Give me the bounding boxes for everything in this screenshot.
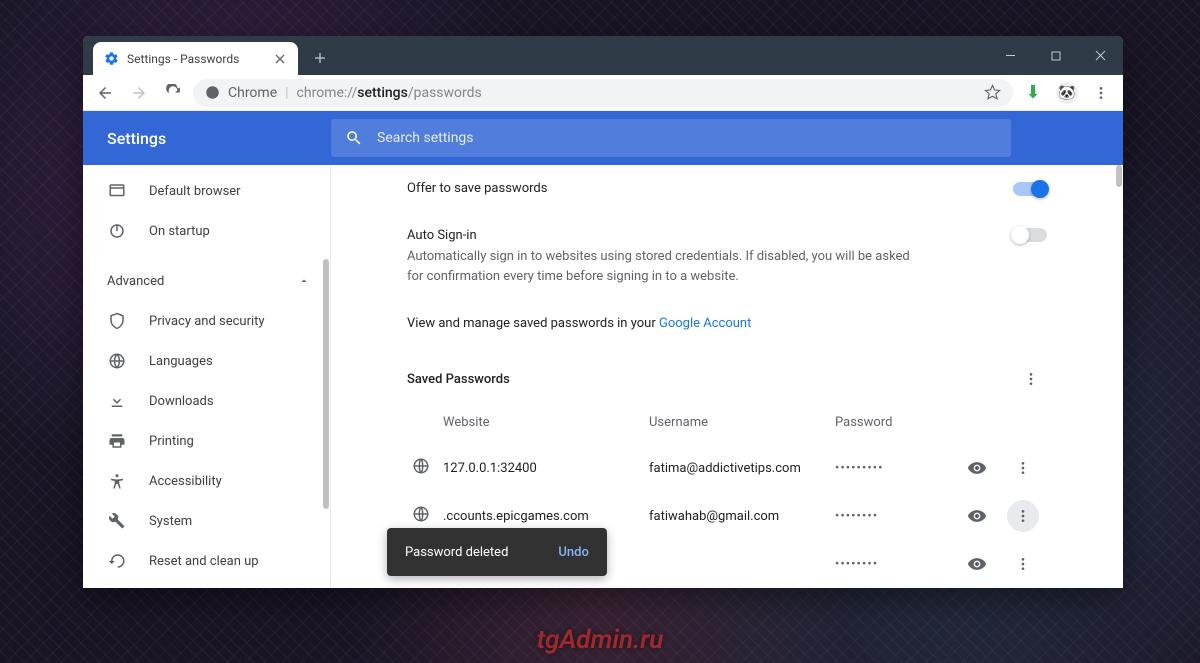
main-panel: Offer to save passwords Auto Sign-in Aut…: [331, 165, 1123, 588]
wrench-icon: [107, 511, 127, 531]
address-bar: Chrome | chrome://settings/passwords ⬇ 🐼: [83, 75, 1123, 111]
sidebar-item-label: Downloads: [149, 394, 214, 409]
globe-icon: [411, 456, 431, 476]
sidebar-item-accessibility[interactable]: Accessibility: [83, 461, 330, 501]
maximize-button[interactable]: [1033, 36, 1078, 75]
show-password-button[interactable]: [961, 500, 993, 532]
col-username: Username: [649, 415, 829, 430]
accessibility-icon: [107, 471, 127, 491]
sidebar-item-label: Accessibility: [149, 474, 222, 489]
row-menu-button[interactable]: [1007, 548, 1039, 580]
settings-search[interactable]: [331, 119, 1011, 157]
main-scrollbar[interactable]: [1116, 165, 1122, 187]
cell-website[interactable]: .ccounts.epicgames.com: [443, 509, 643, 524]
auto-signin-desc: Automatically sign in to websites using …: [407, 247, 927, 286]
download-icon: [107, 391, 127, 411]
cell-website[interactable]: 127.0.0.1:32400: [443, 461, 643, 476]
sidebar-scrollbar[interactable]: [323, 259, 329, 509]
col-website: Website: [443, 415, 643, 430]
cell-password: ••••••••: [835, 557, 955, 572]
manage-passwords-row: View and manage saved passwords in your …: [387, 302, 1067, 345]
omnibox[interactable]: Chrome | chrome://settings/passwords: [193, 79, 1013, 107]
browser-tab[interactable]: Settings - Passwords: [93, 42, 298, 75]
settings-search-input[interactable]: [377, 130, 997, 146]
sidebar-item-system[interactable]: System: [83, 501, 330, 541]
password-table-header: Website Username Password: [387, 405, 1067, 442]
sidebar-item-label: Privacy and security: [149, 314, 265, 329]
globe-icon: [411, 504, 431, 524]
tab-title: Settings - Passwords: [127, 52, 264, 66]
globe-icon: [107, 351, 127, 371]
sidebar-item-downloads[interactable]: Downloads: [83, 381, 330, 421]
sidebar-item-on-startup[interactable]: On startup: [83, 211, 330, 251]
sidebar-item-default-browser[interactable]: Default browser: [83, 171, 330, 211]
close-tab-button[interactable]: [272, 51, 288, 67]
auto-signin-toggle[interactable]: [1013, 228, 1047, 242]
search-icon: [345, 129, 363, 147]
cell-username: fatiwahab@gmail.com: [649, 509, 829, 524]
cell-username: fatima@addictivetips.com: [649, 461, 829, 476]
auto-signin-row: Auto Sign-in Automatically sign in to we…: [387, 212, 1067, 302]
profile-avatar[interactable]: 🐼: [1053, 79, 1081, 107]
toast-message: Password deleted: [405, 545, 508, 560]
sidebar-item-languages[interactable]: Languages: [83, 341, 330, 381]
offer-save-row: Offer to save passwords: [387, 165, 1067, 212]
url-path: chrome://settings/passwords: [297, 85, 482, 101]
forward-button[interactable]: [125, 79, 153, 107]
saved-passwords-title: Saved Passwords: [407, 372, 510, 387]
sidebar-item-label: Printing: [149, 434, 194, 449]
offer-save-toggle[interactable]: [1013, 182, 1047, 196]
col-password: Password: [835, 415, 955, 430]
toast-undo-button[interactable]: Undo: [558, 545, 588, 560]
new-tab-button[interactable]: [306, 44, 334, 72]
window-close-button[interactable]: [1078, 36, 1123, 75]
settings-title: Settings: [83, 129, 331, 148]
site-info-icon[interactable]: [205, 85, 220, 100]
reload-button[interactable]: [159, 79, 187, 107]
cell-password: ••••••••: [835, 509, 955, 524]
row-menu-button[interactable]: [1007, 452, 1039, 484]
chevron-up-icon: [298, 275, 310, 287]
sidebar-item-label: System: [149, 514, 192, 529]
show-password-button[interactable]: [961, 548, 993, 580]
saved-passwords-menu-button[interactable]: [1015, 363, 1047, 395]
gear-icon: [103, 51, 119, 67]
sidebar-item-printing[interactable]: Printing: [83, 421, 330, 461]
sidebar-item-privacy[interactable]: Privacy and security: [83, 301, 330, 341]
sidebar-item-reset[interactable]: Reset and clean up: [83, 541, 330, 581]
sidebar-item-label: Reset and clean up: [149, 554, 259, 569]
extension-download-icon[interactable]: ⬇: [1019, 79, 1047, 107]
back-button[interactable]: [91, 79, 119, 107]
url-scheme-label: Chrome: [228, 85, 277, 101]
sidebar-section-advanced[interactable]: Advanced: [83, 261, 330, 301]
browser-icon: [107, 181, 127, 201]
toast-notification: Password deleted Undo: [387, 528, 607, 576]
sidebar-item-label: Languages: [149, 354, 213, 369]
browser-menu-button[interactable]: [1087, 79, 1115, 107]
cell-password: •••••••••: [835, 461, 955, 476]
offer-save-label: Offer to save passwords: [407, 181, 547, 196]
sidebar-item-label: On startup: [149, 224, 210, 239]
shield-icon: [107, 311, 127, 331]
row-menu-button[interactable]: [1007, 500, 1039, 532]
password-row: 127.0.0.1:32400 fatima@addictivetips.com…: [387, 442, 1067, 490]
sidebar: Default browser On startup Advanced Priv…: [83, 165, 331, 588]
browser-window: Settings - Passwords Chrome | chrome://s…: [83, 36, 1123, 588]
titlebar: Settings - Passwords: [83, 36, 1123, 75]
sidebar-item-label: Default browser: [149, 184, 241, 199]
show-password-button[interactable]: [961, 452, 993, 484]
saved-passwords-header: Saved Passwords: [387, 345, 1067, 405]
restore-icon: [107, 551, 127, 571]
print-icon: [107, 431, 127, 451]
auto-signin-title: Auto Sign-in: [407, 228, 927, 243]
power-icon: [107, 221, 127, 241]
google-account-link[interactable]: Google Account: [659, 316, 751, 331]
settings-header: Settings: [83, 111, 1123, 165]
content-area: Default browser On startup Advanced Priv…: [83, 165, 1123, 588]
window-controls: [988, 36, 1123, 75]
minimize-button[interactable]: [988, 36, 1033, 75]
bookmark-star-icon[interactable]: [984, 84, 1001, 101]
